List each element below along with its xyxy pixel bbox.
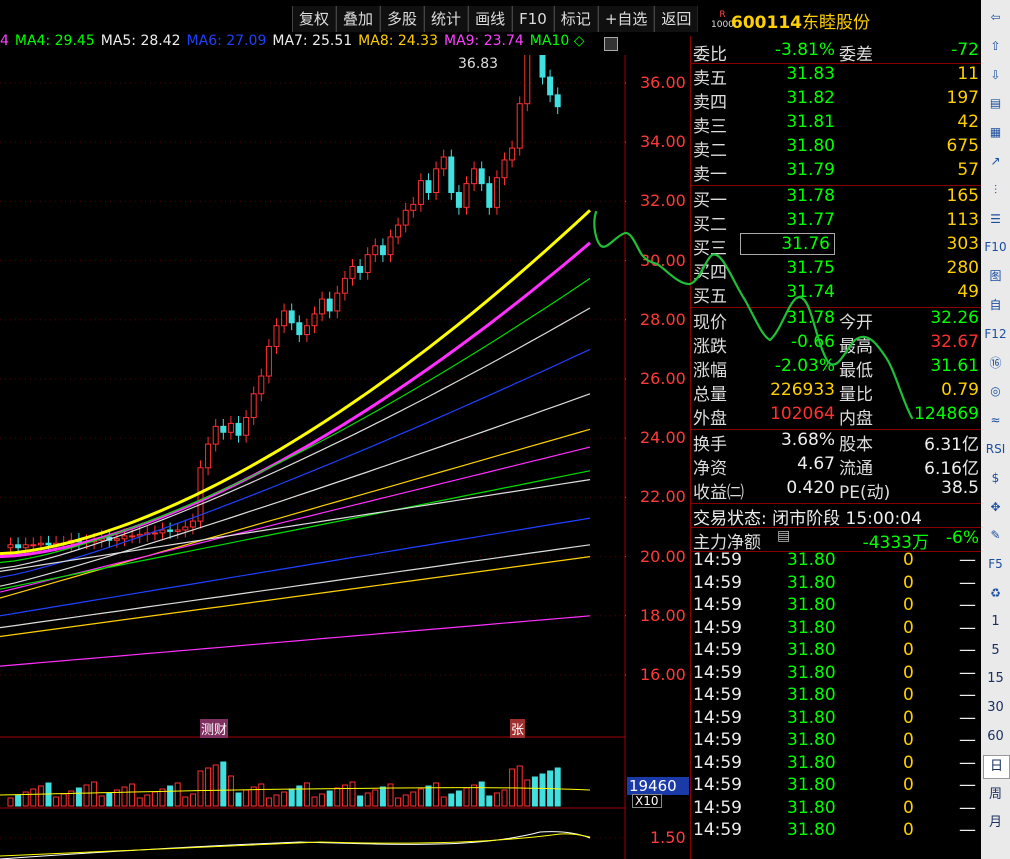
- sidebar-tool-icon[interactable]: ▤: [983, 92, 1008, 114]
- sidebar-tool-icon[interactable]: RSI: [983, 438, 1008, 460]
- right-toolbar: ⇦ ⇧ ⇩ ▤ ▦ ↗ ⫶ ☰ F10 图自 F12 ⑯ ◎ ≈ RSI $ ✥ ✎ F5 ♻ 1 5 15 30 60 日周月: [981, 0, 1010, 859]
- sidebar-tool-icon[interactable]: ↗: [983, 150, 1008, 172]
- sidebar-tool-icon[interactable]: 图: [983, 265, 1008, 287]
- sidebar-tool-icon[interactable]: ≈: [983, 409, 1008, 431]
- sidebar-tool-icon[interactable]: ⇩: [983, 64, 1008, 86]
- sidebar-tool-icon[interactable]: 30: [983, 697, 1008, 719]
- sidebar-tool-icon[interactable]: F5: [983, 553, 1008, 575]
- sidebar-tool-icon[interactable]: 日: [983, 754, 1010, 779]
- sidebar-tool-icon[interactable]: ✥: [983, 496, 1008, 518]
- sidebar-tool-icon[interactable]: ◎: [983, 380, 1008, 402]
- sidebar-tool-icon[interactable]: ☰: [983, 208, 1008, 230]
- sidebar-tool-icon[interactable]: 60: [983, 726, 1008, 748]
- sidebar-tool-icon[interactable]: ♻: [983, 582, 1008, 604]
- sidebar-tool-icon[interactable]: 周: [983, 784, 1008, 806]
- sidebar-tool-icon[interactable]: ⇧: [983, 35, 1008, 57]
- sidebar-tool-icon[interactable]: 1: [983, 611, 1008, 633]
- sidebar-tool-icon[interactable]: 5: [983, 640, 1008, 662]
- sidebar-tool-icon[interactable]: ⑯: [983, 352, 1008, 374]
- sidebar-tool-icon[interactable]: ⫶: [983, 179, 1008, 201]
- freehand-annotation-line: [593, 210, 914, 420]
- sidebar-tool-icon[interactable]: ✎: [983, 524, 1008, 546]
- sidebar-tool-icon[interactable]: F10: [983, 236, 1008, 258]
- sidebar-tool-icon[interactable]: 自: [983, 294, 1008, 316]
- sidebar-tool-icon[interactable]: F12: [983, 323, 1008, 345]
- sidebar-tool-icon[interactable]: ▦: [983, 121, 1008, 143]
- sidebar-tool-icon[interactable]: 月: [983, 812, 1008, 834]
- sidebar-tool-icon[interactable]: ⇦: [983, 6, 1008, 28]
- sidebar-tool-icon[interactable]: $: [983, 467, 1008, 489]
- sidebar-tool-icon[interactable]: 15: [983, 668, 1008, 690]
